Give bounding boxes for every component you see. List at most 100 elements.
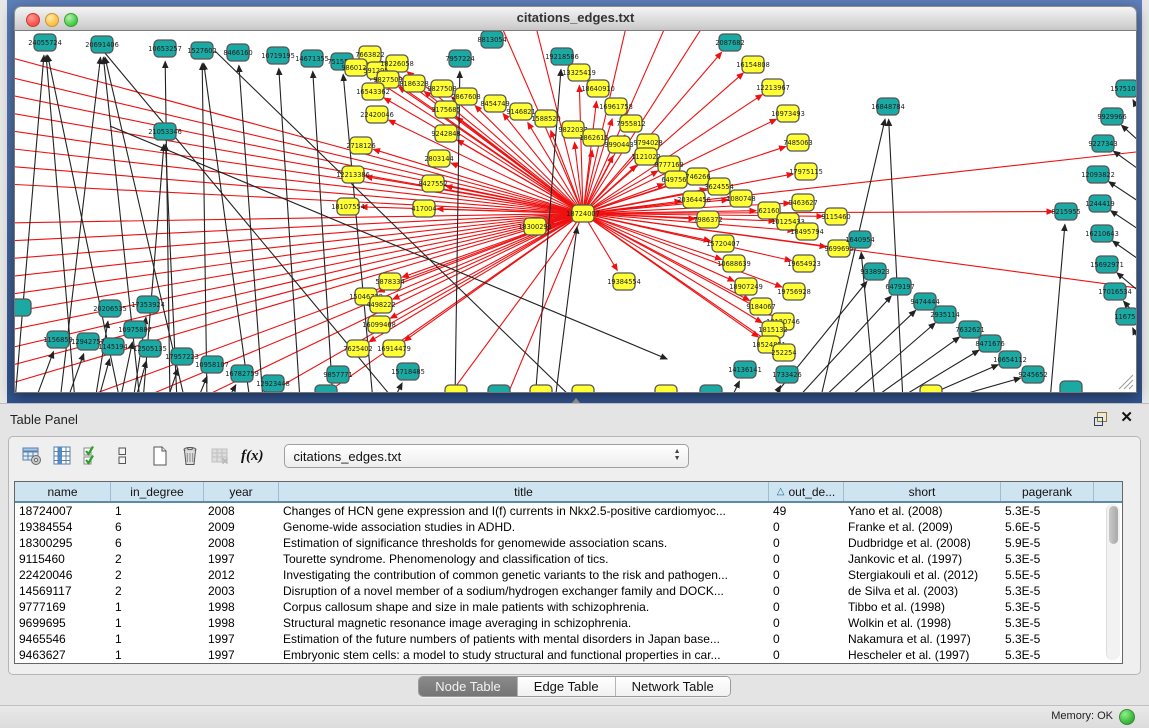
graph-node-10654112[interactable]: 10654112	[993, 351, 1027, 368]
citation-edge-black[interactable]	[730, 381, 739, 392]
table-cell[interactable]: 2008	[204, 535, 279, 551]
table-cell[interactable]: 2003	[204, 583, 279, 599]
table-row[interactable]: 911546021997Tourette syndrome. Phenomeno…	[15, 551, 1122, 567]
graph-node-17016534[interactable]: 17016534	[1098, 283, 1132, 300]
table-cell[interactable]: 5.3E-5	[1001, 503, 1094, 519]
table-cell[interactable]: Dudbridge et al. (2008)	[844, 535, 1001, 551]
table-cell[interactable]: 0	[769, 599, 844, 615]
graph-node-15720407[interactable]: 15720407	[706, 235, 740, 252]
close-panel-icon[interactable]: ✕	[1120, 410, 1133, 425]
table-cell[interactable]: Franke et al. (2009)	[844, 519, 1001, 535]
table-cell[interactable]: 14569117	[15, 583, 111, 599]
table-cell[interactable]: Tibbo et al. (1998)	[844, 599, 1001, 615]
citation-edge-black[interactable]	[98, 359, 110, 392]
table-vertical-scrollbar[interactable]	[1106, 504, 1120, 660]
graph-node-18640910[interactable]: 18640910	[581, 80, 615, 97]
table-cell[interactable]: Estimation of significance thresholds fo…	[279, 535, 769, 551]
graph-node-10688639[interactable]: 10688639	[717, 255, 751, 272]
graph-node-417004[interactable]: 417004	[411, 200, 436, 217]
tab-edge-table[interactable]: Edge Table	[518, 677, 616, 696]
table-cell[interactable]: Corpus callosum shape and size in male p…	[279, 599, 769, 615]
table-cell[interactable]: 18724007	[15, 503, 111, 519]
table-cell[interactable]: 5.3E-5	[1001, 583, 1094, 599]
table-cell[interactable]: 5.9E-5	[1001, 535, 1094, 551]
graph-node-clipped[interactable]	[15, 299, 31, 316]
citation-network-graph[interactable]: 1872400724055724206914061065325715276028…	[15, 31, 1136, 392]
citation-edge-black[interactable]	[279, 68, 300, 392]
select-columns-icon[interactable]	[79, 443, 105, 469]
citation-edge-red[interactable]	[15, 112, 583, 214]
graph-node-2803144[interactable]: 2803144	[424, 150, 453, 167]
citation-edge-black[interactable]	[1111, 211, 1136, 231]
table-cell[interactable]: Investigating the contribution of common…	[279, 567, 769, 583]
table-cell[interactable]: 9115460	[15, 551, 111, 567]
graph-node-6479197[interactable]: 6479197	[885, 278, 914, 295]
column-header-pagerank[interactable]: pagerank	[1001, 482, 1094, 501]
table-cell[interactable]: 49	[769, 503, 844, 519]
citation-edge-black[interactable]	[845, 323, 935, 392]
graph-node-clipped[interactable]	[315, 385, 337, 392]
graph-node-clipped[interactable]	[1060, 381, 1082, 392]
citation-edge-black[interactable]	[870, 337, 959, 392]
table-cell[interactable]: Structural magnetic resonance image aver…	[279, 615, 769, 631]
graph-node-10653257[interactable]: 10653257	[148, 40, 182, 57]
table-cell[interactable]: 2009	[204, 519, 279, 535]
graph-node-8186328[interactable]: 8186328	[399, 75, 428, 92]
table-cell[interactable]: 2	[111, 583, 204, 599]
citation-edge-black[interactable]	[555, 227, 577, 392]
graph-node-16782759[interactable]: 16782759	[225, 365, 259, 382]
column-header-name[interactable]: name	[15, 482, 111, 501]
graph-node-24055724[interactable]: 24055724	[28, 34, 62, 51]
citation-edge-red[interactable]	[390, 214, 583, 319]
column-header-short[interactable]: short	[844, 482, 1001, 501]
graph-node-7986372[interactable]: 7986372	[693, 211, 722, 228]
citation-edge-black[interactable]	[1050, 224, 1065, 392]
graph-node-9227343[interactable]: 9227343	[1088, 135, 1117, 152]
graph-node-clipped[interactable]	[920, 385, 942, 392]
table-cell[interactable]: 0	[769, 631, 844, 647]
table-cell[interactable]: Hescheler et al. (1997)	[844, 647, 1001, 663]
table-cell[interactable]: 1	[111, 615, 204, 631]
row-options-icon[interactable]	[109, 443, 135, 469]
graph-node-17957223[interactable]: 17957223	[165, 348, 199, 365]
tab-network-table[interactable]: Network Table	[616, 677, 730, 696]
table-cell[interactable]: 22420046	[15, 567, 111, 583]
graph-node-20206535[interactable]: 20206535	[93, 300, 127, 317]
graph-node-10719195[interactable]: 10719195	[261, 47, 295, 64]
table-cell[interactable]: 2	[111, 551, 204, 567]
table-settings-icon[interactable]	[19, 443, 45, 469]
network-window[interactable]: citations_edges.txt 18724007240557242069…	[14, 6, 1137, 392]
graph-node-14136141[interactable]: 14136141	[728, 361, 762, 378]
table-cell[interactable]: 0	[769, 519, 844, 535]
graph-node-8471676[interactable]: 8471676	[975, 335, 1004, 352]
table-cell[interactable]: 19384554	[15, 519, 111, 535]
graph-node-16154808[interactable]: 16154808	[736, 56, 770, 73]
graph-node-252254[interactable]: 252254	[771, 344, 796, 361]
table-cell[interactable]: 9699695	[15, 615, 111, 631]
graph-node-clipped[interactable]	[530, 385, 552, 392]
graph-node-1527602[interactable]: 1527602	[187, 42, 216, 59]
table-cell[interactable]: 0	[769, 615, 844, 631]
table-cell[interactable]: 1	[111, 647, 204, 663]
citation-edge-black[interactable]	[772, 386, 781, 392]
graph-node-9463627[interactable]: 9463627	[788, 194, 817, 211]
column-header-title[interactable]: title	[279, 482, 769, 501]
graph-node-12093822[interactable]: 12093822	[1081, 166, 1115, 183]
table-cell[interactable]: 6	[111, 519, 204, 535]
table-cell[interactable]: 0	[769, 567, 844, 583]
table-cell[interactable]: 1	[111, 599, 204, 615]
table-cell[interactable]: 2008	[204, 503, 279, 519]
graph-node-10958107[interactable]: 10958107	[195, 356, 229, 373]
graph-node-9184067[interactable]: 9184067	[746, 298, 775, 315]
graph-node-7485063[interactable]: 7485063	[783, 134, 812, 151]
graph-node-1080748[interactable]: 1080748	[726, 190, 755, 207]
table-cell[interactable]: 1997	[204, 631, 279, 647]
new-table-icon[interactable]	[147, 443, 173, 469]
graph-node-12213967[interactable]: 12213967	[756, 79, 790, 96]
table-cell[interactable]: 9465546	[15, 631, 111, 647]
table-row[interactable]: 969969511998Structural magnetic resonanc…	[15, 615, 1122, 631]
graph-node-1156859[interactable]: 1156859	[43, 331, 72, 348]
citation-edge-black[interactable]	[313, 71, 333, 392]
graph-node-15718485[interactable]: 15718485	[391, 363, 425, 380]
graph-node-1244419[interactable]: 1244419	[1085, 195, 1114, 212]
